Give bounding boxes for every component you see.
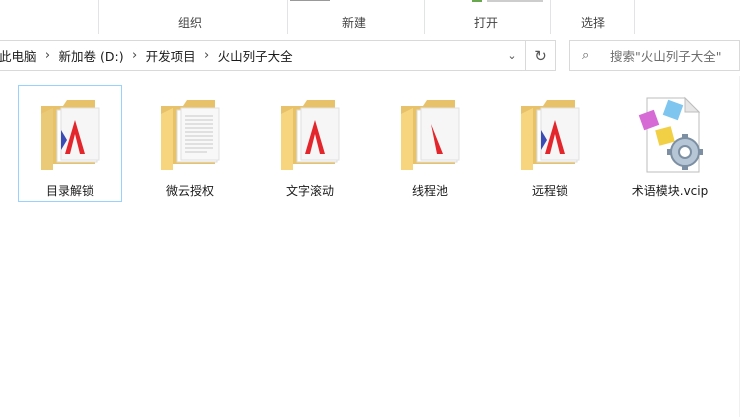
- chevron-right-icon[interactable]: ›: [128, 48, 142, 63]
- ribbon-separator: [98, 0, 99, 34]
- file-list-area[interactable]: 目录解锁 微云授权 文字滚动 线程池 远程锁 术语模块.vcip: [0, 76, 740, 417]
- refresh-icon: ↻: [534, 46, 547, 65]
- refresh-button[interactable]: ↻: [526, 40, 556, 71]
- ribbon-clipped-label: [487, 0, 543, 2]
- breadcrumb: 此电脑 › 新加卷 (D:) › 开发项目 › 火山列子大全: [0, 41, 297, 70]
- crumb-drive[interactable]: 新加卷 (D:): [55, 46, 128, 65]
- folder-icon: [401, 100, 460, 170]
- ribbon-separator: [424, 0, 425, 34]
- properties-icon[interactable]: [471, 0, 485, 4]
- vcip-file-icon: [638, 96, 703, 173]
- folder-icon: [281, 100, 340, 170]
- item-label: 术语模块.vcip: [631, 184, 709, 198]
- search-placeholder: 搜索"火山列子大全": [610, 49, 722, 64]
- folder-item[interactable]: 线程池: [378, 85, 482, 202]
- ribbon-group-new: 新建: [341, 16, 366, 30]
- search-icon: ⌕: [582, 48, 590, 63]
- folder-icon: [41, 100, 100, 170]
- ribbon-separator: [634, 0, 635, 34]
- crumb-dev-projects[interactable]: 开发项目: [142, 46, 200, 65]
- crumb-this-pc[interactable]: 此电脑: [0, 46, 41, 65]
- item-label: 远程锁: [531, 184, 568, 198]
- file-item[interactable]: 术语模块.vcip: [618, 85, 722, 202]
- ribbon-group-organize: 组织: [177, 16, 202, 30]
- address-bar[interactable]: 此电脑 › 新加卷 (D:) › 开发项目 › 火山列子大全 ⌄: [0, 40, 526, 71]
- item-label: 线程池: [411, 184, 448, 198]
- folder-item[interactable]: 目录解锁: [18, 85, 122, 202]
- chevron-right-icon[interactable]: ›: [200, 48, 214, 63]
- ribbon-group-open: 打开: [473, 16, 498, 30]
- folder-item[interactable]: 微云授权: [138, 85, 242, 202]
- folder-item[interactable]: 文字滚动: [258, 85, 362, 202]
- folder-icon: [521, 100, 580, 170]
- search-input[interactable]: ⌕ 搜索"火山列子大全": [569, 40, 740, 71]
- address-row: 此电脑 › 新加卷 (D:) › 开发项目 › 火山列子大全 ⌄ ↻ ⌕ 搜索"…: [0, 36, 740, 76]
- ribbon: 组织 新建 打开 选择: [0, 0, 740, 37]
- item-label: 目录解锁: [45, 184, 94, 198]
- crumb-current-folder[interactable]: 火山列子大全: [214, 46, 297, 65]
- ribbon-group-select: 选择: [580, 16, 605, 30]
- chevron-down-icon: ⌄: [507, 49, 517, 62]
- chevron-right-icon[interactable]: ›: [41, 48, 55, 63]
- folder-item[interactable]: 远程锁: [498, 85, 602, 202]
- address-history-dropdown[interactable]: ⌄: [499, 41, 525, 70]
- item-label: 文字滚动: [285, 184, 334, 198]
- ribbon-clipped-label: [290, 0, 330, 1]
- item-label: 微云授权: [165, 184, 214, 198]
- ribbon-separator: [550, 0, 551, 34]
- ribbon-separator: [287, 0, 288, 34]
- folder-documents-icon: [161, 100, 220, 170]
